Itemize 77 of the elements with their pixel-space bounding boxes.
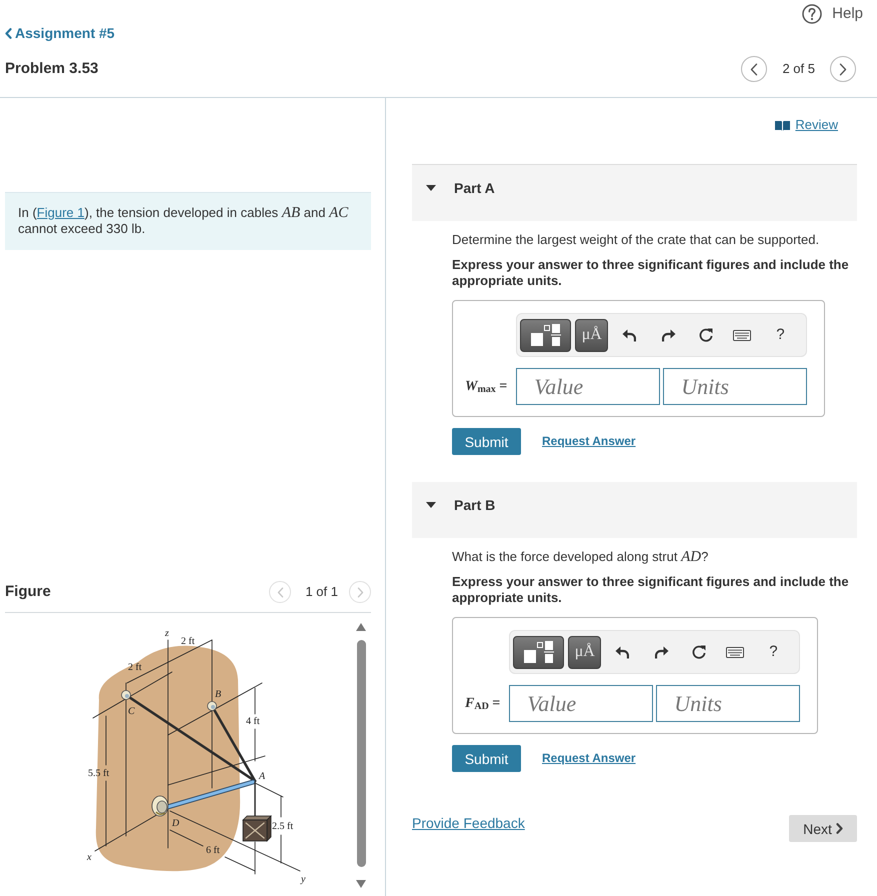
undo-icon[interactable] xyxy=(615,646,630,658)
previous-button[interactable] xyxy=(741,56,768,82)
toolbar-help[interactable]: ? xyxy=(769,643,778,661)
variable-label: F$_{AD}$ = xyxy=(465,694,500,712)
dimension-line xyxy=(280,796,282,864)
chevron-right-icon xyxy=(839,62,847,76)
feedback-link[interactable]: Provide Feedback xyxy=(412,815,525,832)
fraction-template-icon xyxy=(524,641,554,663)
submit-button[interactable]: Submit xyxy=(452,428,521,455)
submit-button[interactable]: Submit xyxy=(452,745,521,772)
socket-support-icon xyxy=(152,796,168,816)
scrollbar-thumb[interactable] xyxy=(356,640,366,867)
figure-link[interactable]: Figure 1 xyxy=(36,205,84,220)
part-title: Part B xyxy=(454,496,496,514)
dimension-label: 2 ft xyxy=(128,662,142,673)
redo-icon[interactable] xyxy=(662,328,676,342)
point-label: B xyxy=(215,689,222,700)
guide-line xyxy=(254,842,256,874)
request-answer-link[interactable]: Request Answer xyxy=(542,434,636,449)
part-title: Part A xyxy=(454,180,495,196)
scroll-down-icon[interactable] xyxy=(356,880,366,888)
chevron-left-icon xyxy=(276,586,284,598)
templates-button[interactable] xyxy=(520,318,572,352)
point-label: D xyxy=(172,818,180,829)
crate-icon xyxy=(242,815,272,842)
point-label: C xyxy=(128,706,135,717)
page-counter: 2 of 5 xyxy=(782,61,815,77)
ball-support-icon xyxy=(207,701,217,711)
instruction-text: Express your answer to three significant figures and include the appropriate units. xyxy=(452,574,850,606)
value-field[interactable]: Value xyxy=(509,685,654,722)
chevron-right-icon xyxy=(836,823,843,834)
instruction-text: Express your answer to three significant figures and include the appropriate units. xyxy=(452,257,850,289)
axis-label: x xyxy=(87,852,92,863)
axis-label: y xyxy=(301,874,306,885)
reset-icon[interactable] xyxy=(699,328,714,342)
variable-label: W$_{max}$ = xyxy=(465,378,508,396)
problem-title: Problem 3.53 xyxy=(5,60,98,78)
ball-support-icon xyxy=(121,690,131,700)
chevron-left-icon xyxy=(750,62,758,76)
dimension-label: 4 ft xyxy=(246,716,260,727)
units-field[interactable]: Units xyxy=(663,368,808,405)
next-button[interactable]: Next xyxy=(789,815,857,842)
point-label: A xyxy=(259,771,266,782)
question-text: What is the force developed along strut AD? xyxy=(452,549,710,565)
figure-title: Figure xyxy=(5,583,51,601)
question-text: Determine the largest weight of the crate that can be supported. xyxy=(452,232,820,248)
chevron-left-icon xyxy=(5,28,12,39)
undo-icon[interactable] xyxy=(622,328,636,342)
symbols-button[interactable]: μÅ xyxy=(568,636,602,668)
problem-text: In (Figure 1), the tension developed in cables AB and AC cannot exceed 330 lb. xyxy=(18,205,350,237)
keyboard-icon[interactable] xyxy=(733,330,752,340)
review-link[interactable]: Review xyxy=(775,117,838,133)
axis-label: z xyxy=(165,628,169,639)
keyboard-icon[interactable] xyxy=(726,646,744,658)
units-field[interactable]: Units xyxy=(656,685,800,722)
redo-icon[interactable] xyxy=(655,646,670,658)
dimension-label: 5.5 ft xyxy=(88,768,110,779)
dimension-label: 6 ft xyxy=(206,845,220,856)
value-field[interactable]: Value xyxy=(516,368,660,405)
dimension-label: 2 ft xyxy=(181,636,195,647)
templates-button[interactable] xyxy=(513,636,564,668)
next-button[interactable] xyxy=(830,56,856,82)
scroll-up-icon[interactable] xyxy=(356,623,366,631)
page-counter: 1 of 1 xyxy=(305,584,338,600)
symbols-button[interactable]: μÅ xyxy=(575,318,608,352)
part-header[interactable]: Part A xyxy=(412,165,857,221)
book-icon xyxy=(775,120,790,130)
help-link[interactable]: Help xyxy=(802,3,863,25)
toolbar-help[interactable]: ? xyxy=(776,326,785,344)
back-link[interactable]: Assignment #5 xyxy=(5,25,115,42)
reset-icon[interactable] xyxy=(692,645,706,659)
chevron-right-icon xyxy=(356,586,364,598)
part-header[interactable]: Part B xyxy=(412,482,857,538)
help-icon xyxy=(802,4,822,24)
fraction-template-icon xyxy=(530,324,561,346)
dimension-label: 2.5 ft xyxy=(272,821,294,832)
request-answer-link[interactable]: Request Answer xyxy=(542,751,636,766)
